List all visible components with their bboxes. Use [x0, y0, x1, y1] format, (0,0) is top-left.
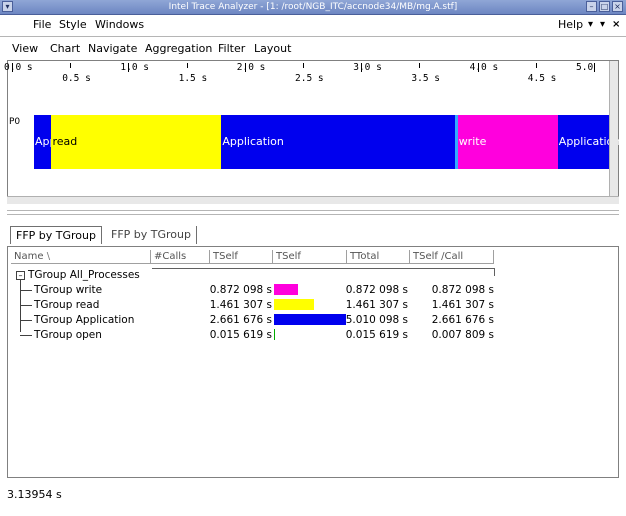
timeline-segment[interactable]: read	[51, 115, 222, 169]
menu-navigate[interactable]: Navigate	[88, 40, 137, 58]
menu-filter[interactable]: Filter	[218, 40, 245, 58]
mdi-restore-icon[interactable]: ▾	[600, 16, 605, 34]
title-bar: ▾ Intel Trace Analyzer - [1: /root/NGB_I…	[0, 0, 626, 15]
timeline-segment[interactable]: Application	[557, 115, 620, 169]
minor-tick	[419, 63, 421, 68]
tree-root-label[interactable]: TGroup All_Processes	[28, 268, 140, 282]
window-title: Intel Trace Analyzer - [1: /root/NGB_ITC…	[168, 2, 458, 12]
table-row[interactable]: TGroup Application 2.661 676 s 5.010 098 s…	[8, 313, 608, 327]
minor-tick-label: 2.5 s	[295, 73, 324, 84]
row-tself-per-call: 1.461 307 s	[431, 299, 494, 311]
menu-layout[interactable]: Layout	[254, 40, 291, 58]
column-header-calls[interactable]: #Calls	[151, 250, 210, 264]
tself-bar	[274, 299, 314, 310]
row-name: TGroup Application	[34, 314, 135, 326]
split-divider-lower	[7, 214, 619, 215]
root-row-end	[494, 268, 495, 276]
row-ttotal: 0.015 619 s	[345, 329, 408, 341]
row-tself-per-call: 2.661 676 s	[431, 314, 494, 326]
row-tself: 1.461 307 s	[209, 299, 272, 311]
tself-bar	[274, 284, 298, 295]
row-ttotal: 5.010 098 s	[345, 314, 408, 326]
minimize-icon[interactable]: –	[586, 1, 597, 12]
sort-icon: \	[46, 251, 51, 262]
row-name: TGroup open	[34, 329, 102, 341]
root-row-divider	[152, 268, 494, 269]
row-ttotal: 1.461 307 s	[345, 299, 408, 311]
column-header-ttotal[interactable]: TTotal	[347, 250, 410, 264]
column-header-tself-per-call[interactable]: TSelf /Call	[410, 250, 494, 264]
major-tick-label: 2.0 s	[236, 62, 266, 73]
table-row[interactable]: TGroup write 0.872 098 s 0.872 098 s 0.872 …	[8, 283, 608, 297]
minor-tick	[535, 63, 537, 68]
minor-tick	[70, 63, 72, 68]
major-tick-label: 5.0	[576, 62, 594, 73]
menu-file[interactable]: File	[33, 16, 51, 34]
split-divider[interactable]	[7, 210, 619, 211]
function-profile-table: Name \ #Calls TSelf TSelf TTotal TSelf /…	[7, 246, 619, 478]
minor-tick	[186, 63, 188, 68]
status-time: 3.13954 s	[7, 488, 62, 501]
column-header-tself-bar[interactable]: TSelf	[273, 250, 347, 264]
table-row[interactable]: TGroup open 0.015 619 s 0.015 619 s 0.007 8…	[8, 328, 608, 342]
menu-view[interactable]: View	[12, 40, 38, 58]
minor-tick-label: 4.5 s	[527, 73, 557, 84]
minor-tick	[303, 63, 304, 68]
table-row[interactable]: TGroup read 1.461 307 s 1.461 307 s 1.461 3…	[8, 298, 608, 312]
horizontal-scrollbar[interactable]	[7, 196, 619, 204]
row-name: TGroup read	[34, 299, 100, 311]
timeline-segment[interactable]: App	[34, 115, 57, 169]
column-header-tself[interactable]: TSelf	[210, 250, 273, 264]
major-tick-label: 0.0 s	[4, 62, 33, 73]
timeline-segment[interactable]: write	[457, 115, 558, 169]
close-icon[interactable]: ×	[612, 1, 623, 12]
row-tself-per-call: 0.872 098 s	[431, 284, 494, 296]
segment-label: Application	[222, 135, 284, 148]
major-tick-label: 3.0 s	[353, 62, 382, 73]
analyzer-window: ▾ Intel Trace Analyzer - [1: /root/NGB_I…	[0, 0, 626, 516]
process-label: P0	[9, 117, 21, 127]
menu-help[interactable]: Help	[558, 16, 583, 34]
segment-label: write	[458, 135, 487, 148]
mdi-minimize-icon[interactable]: ▾	[588, 16, 593, 34]
row-tself-per-call: 0.007 809 s	[431, 329, 494, 341]
row-ttotal: 0.872 098 s	[345, 284, 408, 296]
tself-bar	[274, 329, 275, 340]
major-tick	[594, 63, 595, 72]
chart-menubar: View Chart Navigate Aggregation Filter L…	[0, 40, 626, 58]
minor-tick-label: 1.5 s	[178, 73, 208, 84]
row-tself: 0.872 098 s	[209, 284, 272, 296]
main-menubar: File Style Windows Help ▾ ▾ ×	[0, 15, 626, 35]
menu-windows[interactable]: Windows	[95, 16, 144, 34]
collapse-icon[interactable]: –	[16, 271, 25, 280]
tab-ffp-by-tgroup-2[interactable]: FFP by TGroup	[106, 226, 197, 244]
menu-separator	[0, 36, 626, 37]
column-header-name[interactable]: Name \	[11, 250, 151, 264]
event-timeline-chart[interactable]: 0.0 s 1.0 s 2.0 s 3.0 s 4.0 s 5.0 0.5 s 1.5 s 2.…	[4, 60, 620, 200]
mdi-close-icon[interactable]: ×	[612, 16, 620, 34]
tab-ffp-by-tgroup[interactable]: FFP by TGroup	[10, 226, 102, 244]
maximize-icon[interactable]: □	[599, 1, 610, 12]
menu-style[interactable]: Style	[59, 16, 87, 34]
menu-chart[interactable]: Chart	[50, 40, 80, 58]
major-tick-label: 4.0 s	[469, 62, 499, 73]
minor-tick-label: 3.5 s	[411, 73, 440, 84]
row-tself: 0.015 619 s	[209, 329, 272, 341]
segment-label: read	[52, 135, 78, 148]
major-tick-label: 1.0 s	[120, 62, 149, 73]
menu-aggregation[interactable]: Aggregation	[145, 40, 212, 58]
minor-tick-label: 0.5 s	[62, 73, 91, 84]
vertical-scrollbar[interactable]	[609, 61, 618, 199]
row-name: TGroup write	[34, 284, 103, 296]
row-tself: 2.661 676 s	[209, 314, 272, 326]
timeline-segment[interactable]: Application	[221, 115, 456, 169]
